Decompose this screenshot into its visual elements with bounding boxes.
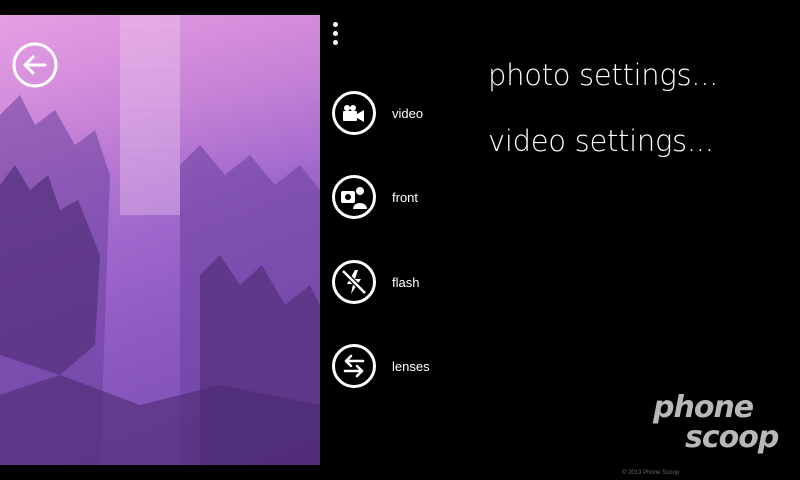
photo-settings-link[interactable]: photo settings... [488,58,718,92]
ellipsis-dot [332,31,338,36]
watermark-line1: phone [653,390,754,425]
menu-item-label: video [392,105,424,121]
back-button[interactable] [12,42,58,88]
menu-item-label: front [392,189,419,205]
video-settings-link[interactable]: video settings... [488,124,714,158]
menu-item-flash[interactable]: flash [332,257,452,307]
more-options-button[interactable] [328,22,342,52]
menu-item-label: lenses [392,358,430,374]
menu-item-lenses[interactable]: lenses [332,341,452,391]
menu-item-video[interactable]: video [332,88,452,138]
window-blinds [120,15,180,215]
ellipsis-dot [332,40,338,45]
lenses-icon [332,344,376,388]
menu-item-label: flash [392,274,420,290]
camera-viewfinder[interactable] [0,15,320,465]
camera-screen: video front flash lenses photo settings.… [0,0,800,480]
front-camera-icon [332,175,376,219]
watermark-logo: phone scoop [645,393,795,463]
watermark-line2: scoop [685,420,779,455]
ellipsis-dot [332,22,338,27]
flash-off-icon [332,260,376,304]
menu-item-front[interactable]: front [332,172,452,222]
back-arrow-icon [12,42,58,88]
video-camera-icon [332,91,376,135]
copyright-text: © 2013 Phone Scoop [622,470,680,476]
